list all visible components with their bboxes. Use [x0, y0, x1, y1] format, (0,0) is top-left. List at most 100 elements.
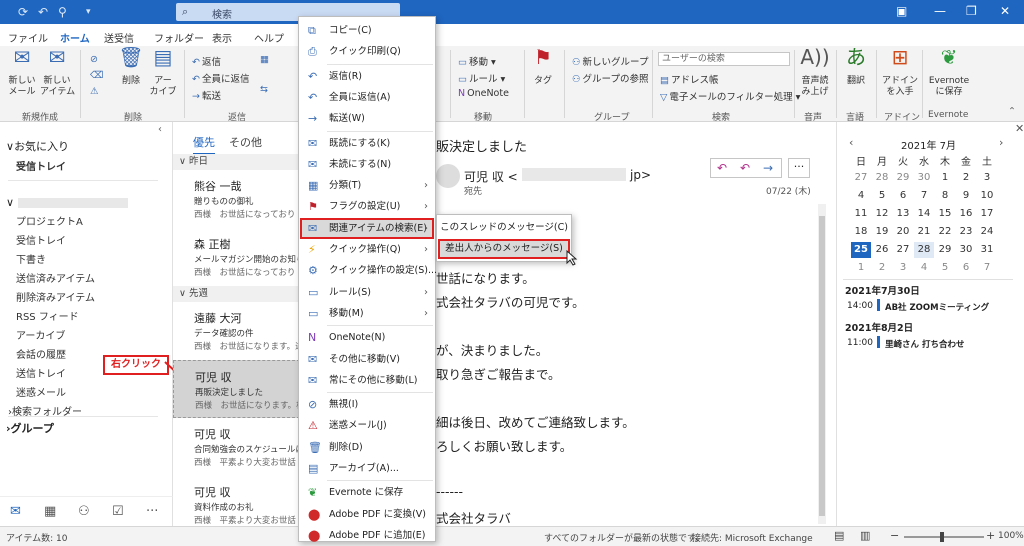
tags-button[interactable]: ⚑ タグ: [530, 47, 556, 87]
menu-item-quick-print[interactable]: ⎙ クイック印刷(Q): [300, 41, 434, 62]
submenu-sender-messages[interactable]: 差出人からのメッセージ(S): [438, 239, 570, 259]
calendar-day[interactable]: 28: [872, 170, 892, 186]
onenote-button[interactable]: N OneNote: [458, 88, 509, 99]
folder-junk[interactable]: 迷惑メール: [16, 384, 66, 399]
calendar-day[interactable]: 5: [872, 188, 892, 204]
menu-item-adobe-pdf-convert[interactable]: ⬤ Adobe PDF に変換(V): [300, 504, 434, 525]
quick-access-dropdown-icon[interactable]: ▾: [86, 7, 91, 17]
calendar-day[interactable]: 1: [935, 170, 955, 186]
undo-icon[interactable]: ↶: [38, 5, 48, 19]
collapse-nav-icon[interactable]: ‹: [158, 124, 162, 135]
meeting-icon[interactable]: ▦: [260, 54, 271, 65]
calendar-day[interactable]: 8: [935, 188, 955, 204]
folder-deleted[interactable]: 削除済みアイテム: [16, 289, 95, 304]
collapse-ribbon-icon[interactable]: ⌃: [1008, 106, 1016, 117]
calendar-day[interactable]: 29: [935, 242, 955, 258]
calendar-day[interactable]: 16: [956, 206, 976, 222]
menu-item-evernote-save[interactable]: ❦ Evernote に保存: [300, 482, 434, 503]
menu-item-adobe-pdf-append[interactable]: ⬤ Adobe PDF に追加(E): [300, 525, 434, 546]
evernote-save-button[interactable]: ❦ Evernote に保存: [926, 47, 972, 98]
scrollbar[interactable]: [818, 204, 826, 524]
people-icon[interactable]: ⚇: [78, 504, 90, 519]
more-actions-button[interactable]: ···: [788, 158, 810, 178]
menu-item-find-related[interactable]: ✉ 関連アイテムの検索(E) ›: [300, 217, 434, 239]
zoom-slider-thumb[interactable]: [940, 532, 944, 542]
filter-email-button[interactable]: ▽ 電子メールのフィルター処理 ▾: [660, 89, 800, 103]
folder-project-a[interactable]: プロジェクトA: [16, 213, 83, 228]
menu-item-set-flag[interactable]: ⚑ フラグの設定(U) ›: [300, 196, 434, 217]
menu-item-copy[interactable]: ⧉ コピー(C): [300, 20, 434, 41]
calendar-day[interactable]: 1: [851, 260, 871, 276]
menu-item-onenote[interactable]: N OneNote(N): [300, 327, 434, 348]
calendar-day[interactable]: 3: [977, 170, 997, 186]
folder-outbox[interactable]: 送信トレイ: [16, 365, 66, 380]
tab-focused[interactable]: 優先: [193, 134, 215, 155]
ignore-small-icon[interactable]: ⊘: [90, 54, 100, 65]
get-addins-button[interactable]: ⊞ アドイン を入手: [882, 47, 918, 98]
customize-icon[interactable]: ⚲: [58, 5, 67, 19]
tab-send-receive[interactable]: 送受信: [104, 30, 134, 45]
reply-all-icon[interactable]: ↶: [740, 161, 750, 175]
more-respond-icon[interactable]: ⇆: [260, 84, 270, 95]
rules-button[interactable]: ▭ ルール ▾: [458, 71, 505, 85]
junk-small-icon[interactable]: ⚠: [90, 86, 101, 97]
tab-other[interactable]: その他: [229, 134, 262, 150]
calendar-day[interactable]: 25: [851, 242, 871, 258]
normal-view-icon[interactable]: ▤: [834, 529, 844, 542]
calendar-day[interactable]: 3: [893, 260, 913, 276]
calendar-icon[interactable]: ▦: [44, 504, 56, 519]
tab-folder[interactable]: フォルダー: [154, 30, 204, 45]
more-apps-icon[interactable]: ···: [146, 504, 158, 519]
reply-icon[interactable]: ↶: [717, 161, 727, 175]
calendar-day[interactable]: 18: [851, 224, 871, 240]
menu-item-archive[interactable]: ▤ アーカイブ(A)...: [300, 458, 434, 479]
calendar-day[interactable]: 2: [872, 260, 892, 276]
menu-item-delete[interactable]: 🗑 削除(D): [300, 437, 434, 458]
ribbon-display-icon[interactable]: ▣: [896, 4, 907, 18]
calendar-day[interactable]: 26: [872, 242, 892, 258]
menu-item-reply[interactable]: ↶ 返信(R): [300, 66, 434, 87]
calendar-day[interactable]: 29: [893, 170, 913, 186]
groups-header[interactable]: ›グループ: [6, 420, 54, 436]
menu-item-rules[interactable]: ▭ ルール(S) ›: [300, 282, 434, 303]
folder-sent[interactable]: 送信済みアイテム: [16, 270, 95, 285]
account-header[interactable]: ∨: [6, 196, 128, 209]
new-mail-button[interactable]: ✉ 新しい メール: [6, 47, 38, 98]
user-search-input[interactable]: ユーザーの検索: [658, 52, 790, 66]
archive-button[interactable]: ▤ アー カイブ: [148, 47, 178, 98]
close-icon[interactable]: ✕: [1015, 122, 1024, 135]
move-button[interactable]: ▭ 移動 ▾: [458, 54, 496, 68]
calendar-day[interactable]: 20: [893, 224, 913, 240]
calendar-day[interactable]: 19: [872, 224, 892, 240]
calendar-day[interactable]: 4: [914, 260, 934, 276]
favorites-header[interactable]: ∨お気に入り: [6, 138, 69, 154]
group-header-last-week[interactable]: ∨ 先週: [173, 286, 300, 302]
calendar-day[interactable]: 17: [977, 206, 997, 222]
calendar-day[interactable]: 30: [914, 170, 934, 186]
calendar-day[interactable]: 13: [893, 206, 913, 222]
calendar-day[interactable]: 27: [851, 170, 871, 186]
tasks-icon[interactable]: ☑: [112, 504, 124, 519]
calendar-day[interactable]: 6: [956, 260, 976, 276]
prev-month-icon[interactable]: ‹: [849, 136, 853, 149]
minimize-button[interactable]: —: [934, 4, 946, 18]
reply-all-button[interactable]: ↶ 全員に返信: [192, 71, 249, 85]
calendar-day[interactable]: 2: [956, 170, 976, 186]
menu-item-ignore[interactable]: ⊘ 無視(I): [300, 394, 434, 415]
menu-item-categorize[interactable]: ▦ 分類(T) ›: [300, 175, 434, 196]
calendar-day[interactable]: 6: [893, 188, 913, 204]
list-item[interactable]: 熊谷 一哉 贈りものの御礼 西様 お世話になっており: [173, 170, 300, 228]
new-group-button[interactable]: ⚇ 新しいグループ: [572, 54, 648, 68]
menu-item-quick-steps[interactable]: ⚡ クイック操作(Q) ›: [300, 239, 434, 260]
forward-icon[interactable]: →: [763, 161, 773, 175]
maximize-button[interactable]: ❐: [966, 4, 977, 18]
folder-drafts[interactable]: 下書き: [16, 251, 46, 266]
menu-item-mark-unread[interactable]: ✉ 未読にする(N): [300, 154, 434, 175]
calendar-day[interactable]: 24: [977, 224, 997, 240]
calendar-day[interactable]: 22: [935, 224, 955, 240]
reading-view-icon[interactable]: ▥: [860, 529, 870, 542]
calendar-day[interactable]: 7: [977, 260, 997, 276]
forward-button[interactable]: → 転送: [192, 88, 221, 102]
tab-file[interactable]: ファイル: [8, 30, 48, 45]
calendar-day[interactable]: 4: [851, 188, 871, 204]
